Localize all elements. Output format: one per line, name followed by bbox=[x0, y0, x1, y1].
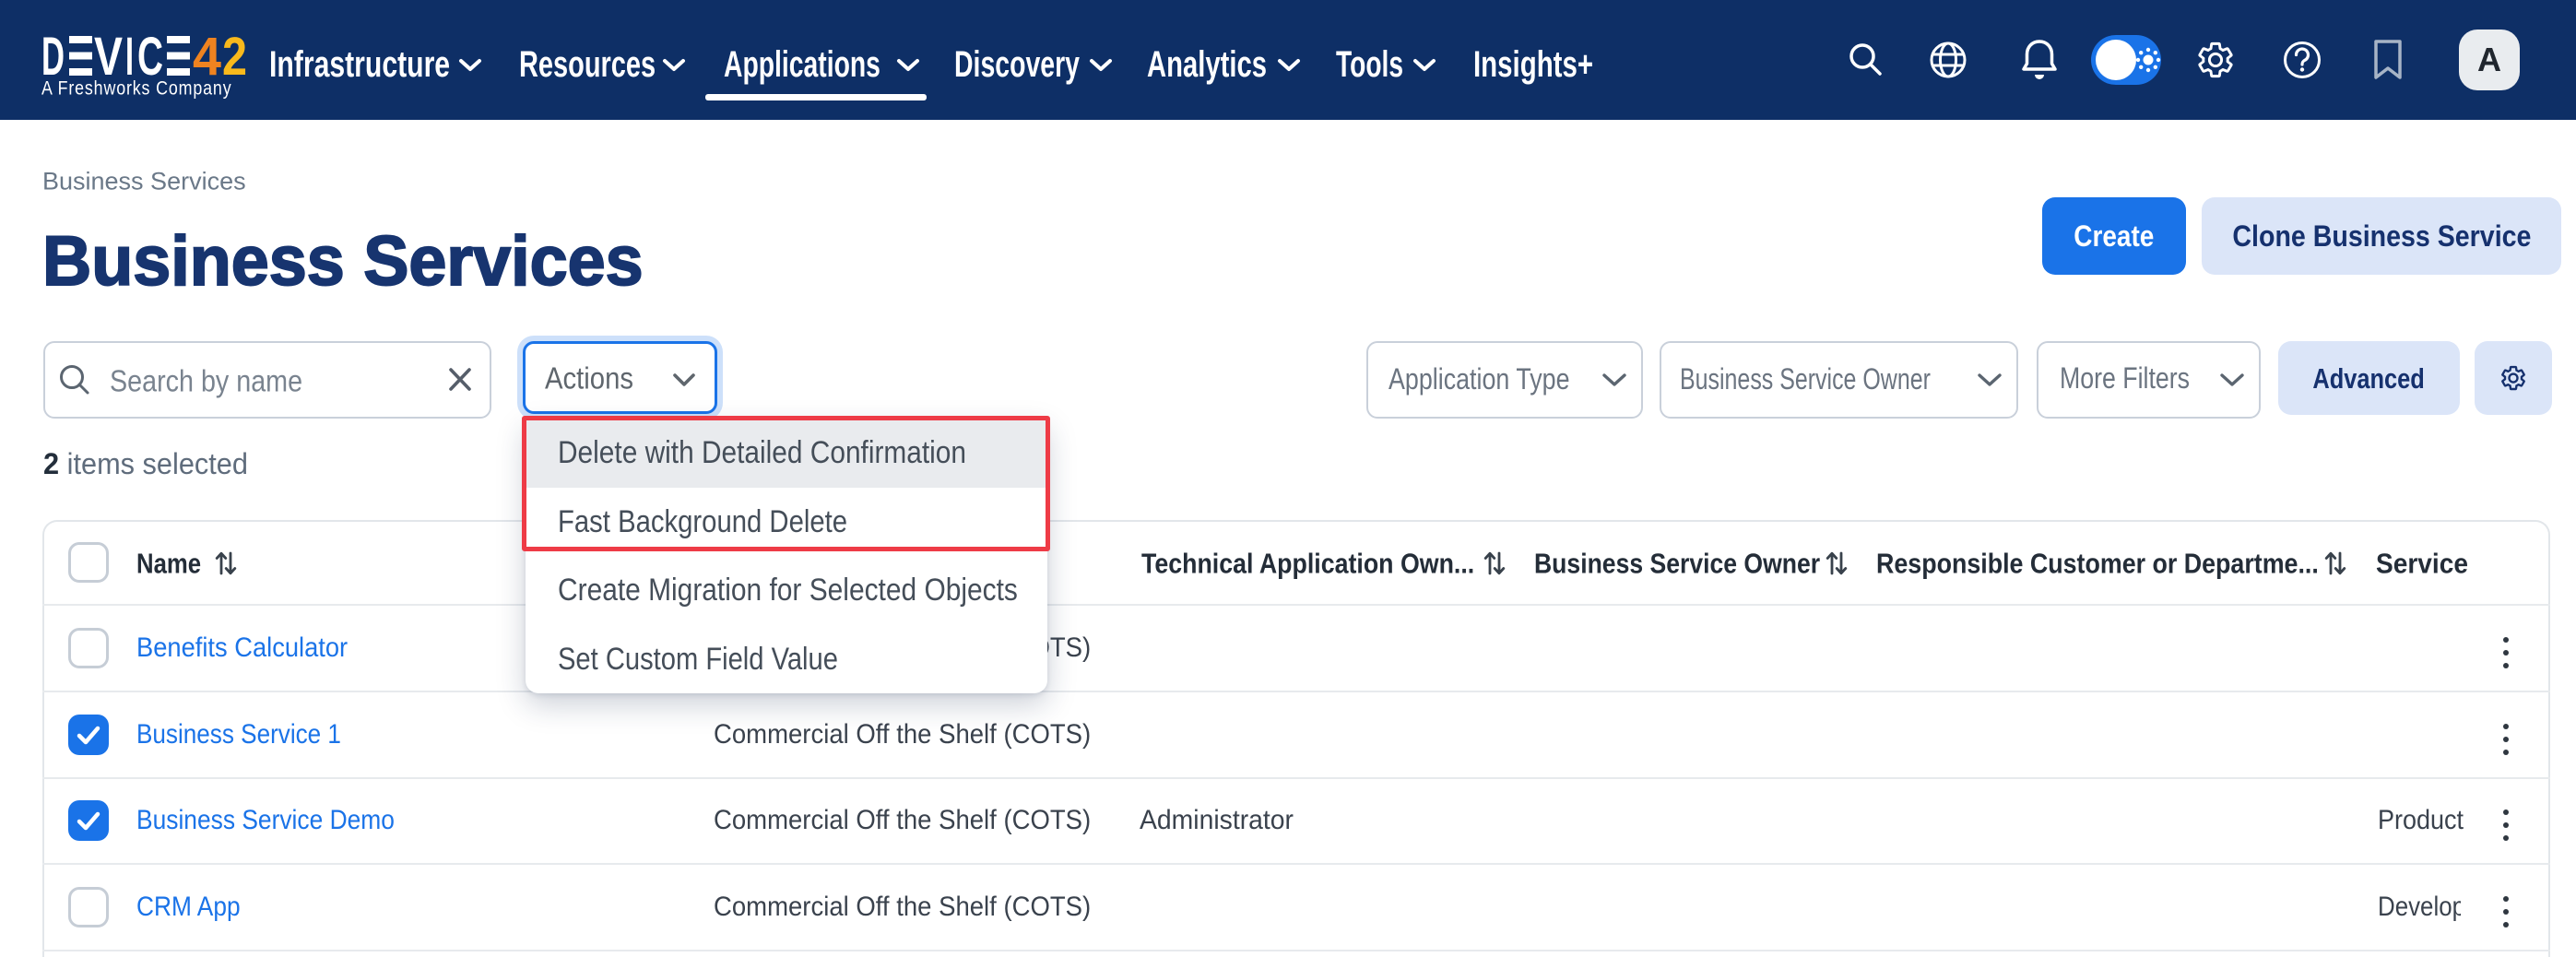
svg-text:V: V bbox=[94, 36, 123, 77]
svg-text:I: I bbox=[125, 36, 134, 77]
svg-text:D: D bbox=[41, 36, 65, 77]
svg-text:2: 2 bbox=[222, 36, 247, 77]
svg-text:C: C bbox=[137, 36, 163, 77]
svg-text:4: 4 bbox=[193, 36, 221, 77]
